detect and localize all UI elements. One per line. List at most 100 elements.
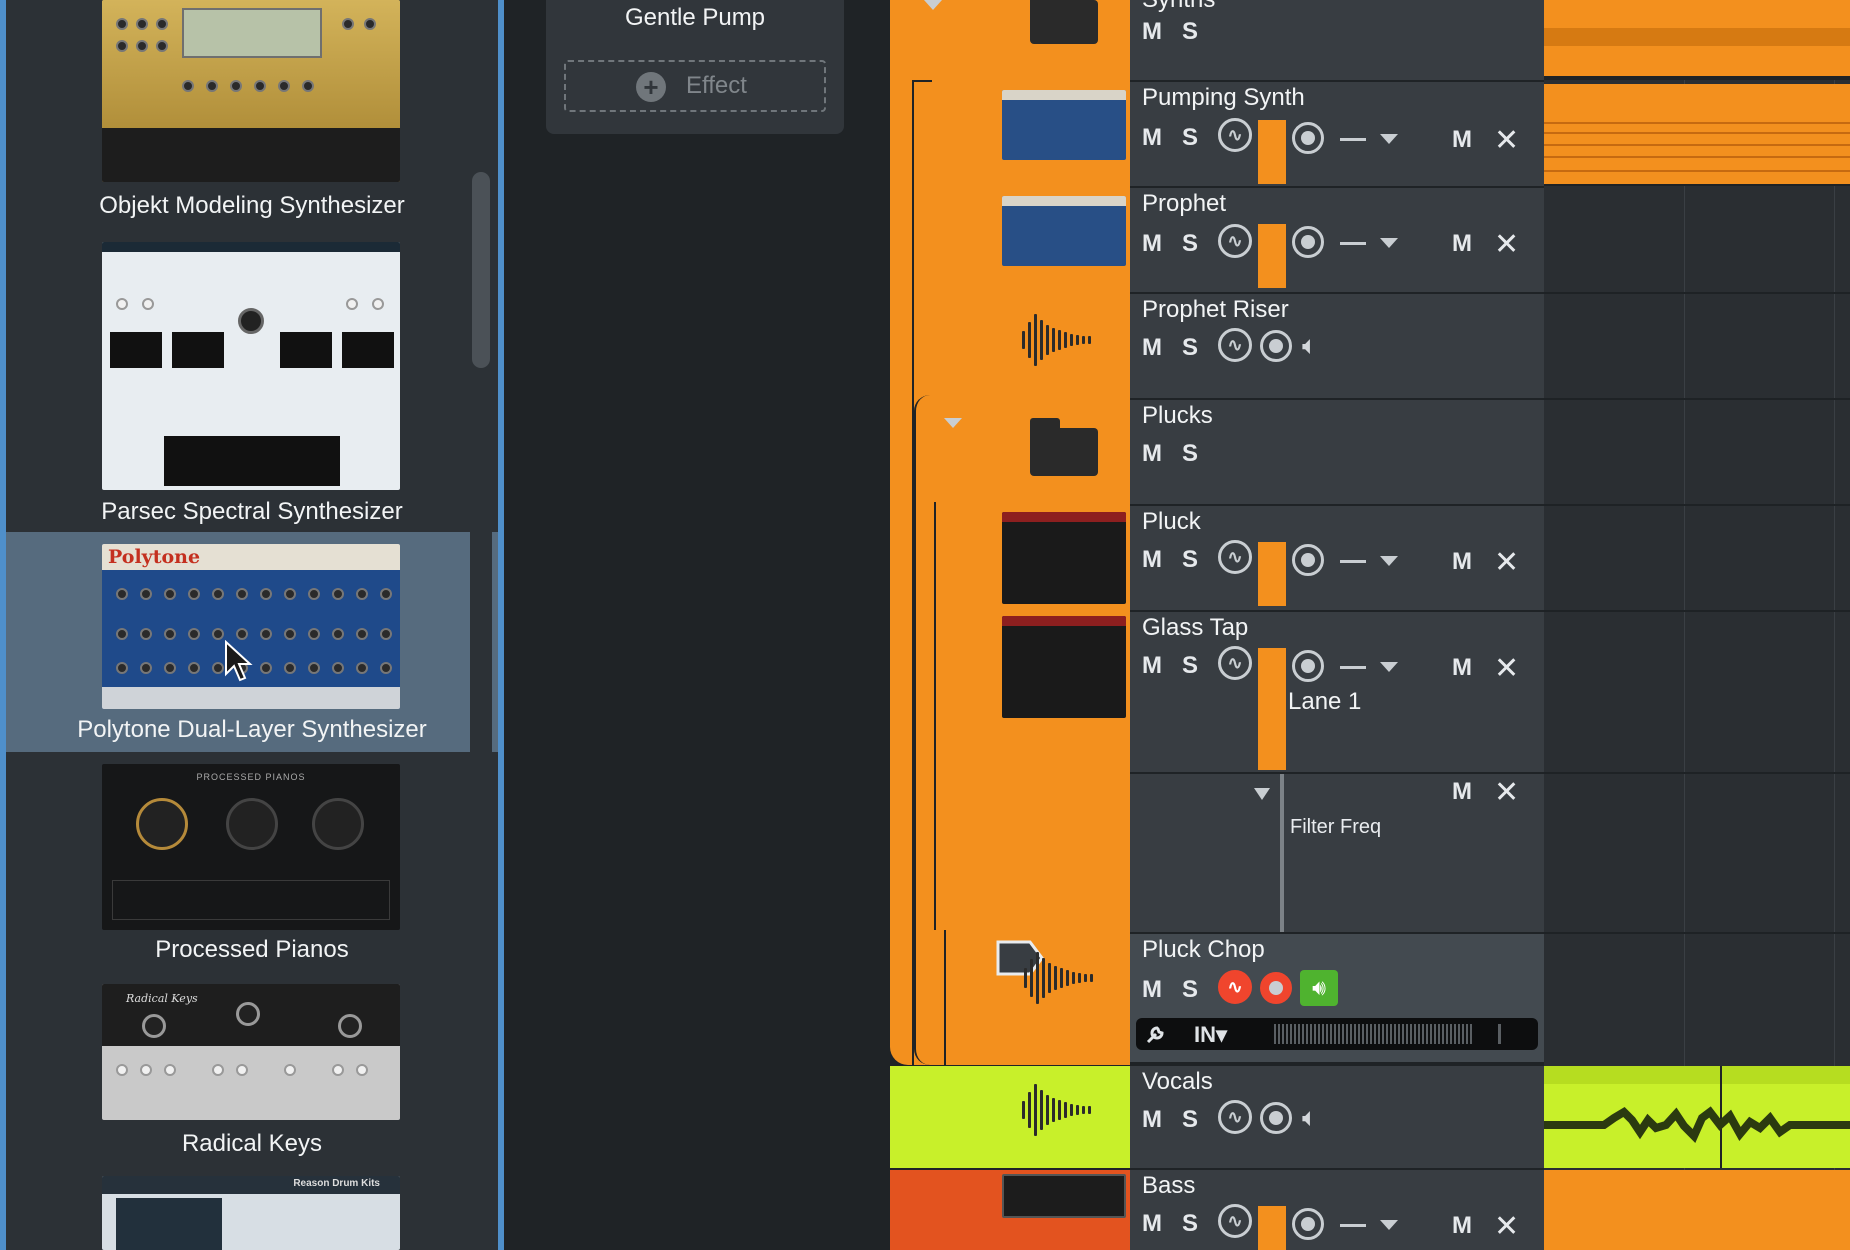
plugin-processed-pianos[interactable]: PROCESSED PIANOS Processed Pianos (6, 752, 498, 966)
mute-button[interactable]: M (1142, 440, 1162, 468)
audio-waveform-icon (1024, 950, 1093, 1006)
mute-button[interactable]: M (1142, 230, 1162, 258)
record-button[interactable] (1292, 122, 1324, 154)
track-prophet-riser[interactable]: Prophet Riser M S ∿ 🔈︎ (1130, 294, 1544, 398)
automation-lane-line (1280, 774, 1284, 932)
automation-mute-button[interactable]: M (1452, 126, 1472, 154)
radical-keys-thumbnail: Radical Keys (102, 984, 400, 1120)
solo-button[interactable]: S (1182, 124, 1198, 152)
automation-mute-button[interactable]: M (1452, 654, 1472, 682)
record-button[interactable] (1260, 330, 1292, 362)
track-plucks[interactable]: Plucks M S (1130, 400, 1544, 504)
browser-scroll-thumb[interactable] (472, 172, 490, 368)
input-selector-strip[interactable]: IN▾ (1136, 1018, 1538, 1050)
automation-button[interactable]: ∿ (1218, 1204, 1252, 1238)
clip-vocals[interactable] (1544, 1066, 1850, 1168)
plugin-reason-drum-kits[interactable]: Reason Drum Kits (6, 1176, 498, 1250)
clip-synths[interactable] (1544, 0, 1850, 80)
lane-divider (1544, 772, 1850, 774)
clip-bass[interactable] (1544, 1170, 1850, 1250)
close-icon[interactable]: ✕ (1494, 548, 1519, 578)
track-pluck-chop[interactable]: Pluck Chop M S ∿ 🔊︎ IN▾ (1130, 934, 1544, 1062)
collapse-arrow-icon[interactable] (924, 0, 942, 10)
track-prophet[interactable]: Prophet M S ∿ M ✕ (1002, 188, 1544, 292)
plugin-parsec[interactable]: Parsec Spectral Synthesizer (6, 236, 498, 536)
automation-mute-button[interactable]: M (1452, 1212, 1472, 1240)
close-icon[interactable]: ✕ (1494, 230, 1519, 260)
plugin-objekt[interactable]: Objekt Modeling Synthesizer (6, 0, 498, 224)
mute-button[interactable]: M (1142, 1210, 1162, 1238)
mute-button[interactable]: M (1142, 124, 1162, 152)
record-arm-button-active[interactable] (1260, 972, 1292, 1004)
solo-button[interactable]: S (1182, 1106, 1198, 1134)
dropdown-arrow-icon[interactable] (1380, 662, 1398, 672)
solo-button[interactable]: S (1182, 976, 1198, 1004)
record-button[interactable] (1292, 226, 1324, 258)
add-effect-button[interactable]: + Effect (564, 60, 826, 112)
inspector-area (504, 0, 890, 1250)
solo-button[interactable]: S (1182, 652, 1198, 680)
synth-thumbnail (1002, 512, 1126, 604)
mute-button[interactable]: M (1142, 546, 1162, 574)
record-button[interactable] (1292, 650, 1324, 682)
clip-pumping-synth[interactable] (1544, 84, 1850, 184)
collapse-arrow-icon[interactable] (944, 418, 962, 428)
dropdown-arrow-icon[interactable] (1380, 1220, 1398, 1230)
expand-arrow-icon[interactable] (1254, 788, 1270, 800)
track-pumping-synth[interactable]: Pumping Synth M S ∿ M ✕ (1002, 82, 1544, 186)
record-button[interactable] (1292, 544, 1324, 576)
record-button[interactable] (1292, 1208, 1324, 1240)
solo-button[interactable]: S (1182, 334, 1198, 362)
dash-indicator (1340, 138, 1366, 141)
arrange-view[interactable] (1544, 0, 1850, 1250)
solo-button[interactable]: S (1182, 440, 1198, 468)
input-dropdown[interactable]: IN▾ (1194, 1022, 1227, 1048)
dropdown-arrow-icon[interactable] (1380, 238, 1398, 248)
track-bass[interactable]: Bass M S ∿ M ✕ (1002, 1170, 1544, 1250)
automation-button[interactable]: ∿ (1218, 1100, 1252, 1134)
close-icon[interactable]: ✕ (1494, 778, 1519, 808)
dropdown-arrow-icon[interactable] (1380, 556, 1398, 566)
folder-icon (1030, 0, 1098, 44)
automation-button[interactable]: ∿ (1218, 646, 1252, 680)
mute-button[interactable]: M (1142, 18, 1162, 46)
track-glass-tap[interactable]: Glass Tap M S ∿ M ✕ Lane 1 (1002, 612, 1544, 772)
track-pluck[interactable]: Pluck M S ∿ M ✕ (1002, 506, 1544, 610)
mute-button[interactable]: M (1142, 334, 1162, 362)
mute-button[interactable]: M (1142, 1106, 1162, 1134)
track-name: Prophet (1142, 190, 1227, 217)
solo-button[interactable]: S (1182, 230, 1198, 258)
synth-thumbnail (1002, 616, 1126, 718)
automation-lane-filter-freq[interactable]: M ✕ Filter Freq (1130, 774, 1544, 932)
solo-button[interactable]: S (1182, 546, 1198, 574)
plugin-radical-keys[interactable]: Radical Keys Radical Keys (6, 966, 498, 1176)
track-synths[interactable]: Synths M S (1130, 0, 1544, 80)
mute-button[interactable]: M (1142, 652, 1162, 680)
solo-button[interactable]: S (1182, 18, 1198, 46)
dropdown-arrow-icon[interactable] (1380, 134, 1398, 144)
automation-button[interactable]: ∿ (1218, 224, 1252, 258)
level-meter (1258, 1206, 1286, 1250)
track-vocals[interactable]: Vocals M S ∿ 🔈︎ (1130, 1066, 1544, 1168)
automation-mute-button[interactable]: M (1452, 230, 1472, 258)
panel-title: PROCESSED PIANOS (196, 772, 306, 782)
mute-button[interactable]: M (1142, 976, 1162, 1004)
automation-button[interactable]: ∿ (1218, 540, 1252, 574)
solo-button[interactable]: S (1182, 1210, 1198, 1238)
automation-button[interactable]: ∿ (1218, 118, 1252, 152)
automation-mute-button[interactable]: M (1452, 778, 1472, 806)
monitor-speaker-icon[interactable]: 🔈︎ (1302, 1102, 1318, 1134)
grid-line (1684, 0, 1685, 1250)
close-icon[interactable]: ✕ (1494, 126, 1519, 156)
monitor-button-active[interactable]: 🔊︎ (1300, 970, 1338, 1006)
monitor-speaker-icon[interactable]: 🔈︎ (1302, 330, 1318, 362)
close-icon[interactable]: ✕ (1494, 1212, 1519, 1242)
close-icon[interactable]: ✕ (1494, 654, 1519, 684)
automation-button-active[interactable]: ∿ (1218, 970, 1252, 1004)
wrench-icon[interactable] (1144, 1024, 1166, 1046)
automation-button[interactable]: ∿ (1218, 328, 1252, 362)
synth-thumbnail (1002, 1174, 1126, 1218)
record-button[interactable] (1260, 1102, 1292, 1134)
plugin-polytone[interactable]: Polytone Polytone Dual-Layer Synthesizer (6, 532, 498, 752)
automation-mute-button[interactable]: M (1452, 548, 1472, 576)
